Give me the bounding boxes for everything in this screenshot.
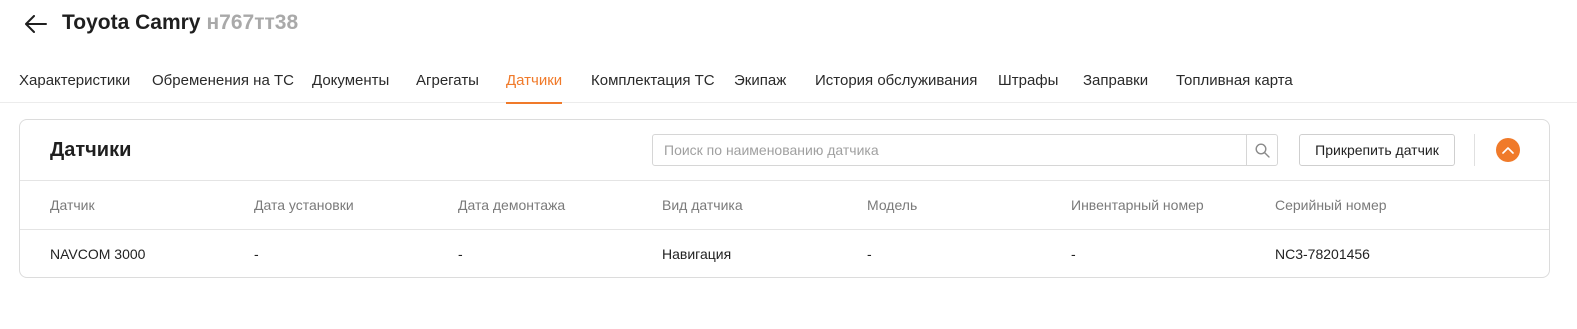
tab-crew[interactable]: Экипаж xyxy=(734,60,786,103)
back-button[interactable] xyxy=(22,10,50,38)
sensor-search xyxy=(652,134,1278,166)
column-header-sensor[interactable]: Датчик xyxy=(50,197,95,213)
tab-encumbrances[interactable]: Обременения на ТС xyxy=(152,60,294,103)
cell-removal-date: - xyxy=(458,246,463,262)
collapse-button[interactable] xyxy=(1496,138,1520,162)
vehicle-name: Toyota Camry xyxy=(62,11,201,34)
cell-sensor-type: Навигация xyxy=(662,246,732,262)
tab-refuels[interactable]: Заправки xyxy=(1083,60,1148,103)
tab-aggregates[interactable]: Агрегаты xyxy=(416,60,479,103)
tab-documents[interactable]: Документы xyxy=(312,60,389,103)
header-divider xyxy=(1474,134,1475,166)
sensors-card-header: Датчики Прикрепить датчик xyxy=(20,120,1549,181)
cell-sensor: NAVCOM 3000 xyxy=(50,246,146,262)
cell-inventory-number: - xyxy=(1071,246,1076,262)
column-header-inventory-number[interactable]: Инвентарный номер xyxy=(1071,197,1204,213)
tab-bar: Характеристики Обременения на ТС Докумен… xyxy=(0,60,1577,104)
column-header-model[interactable]: Модель xyxy=(867,197,917,213)
page-title: Toyota Camry н767тт38 xyxy=(62,11,298,35)
column-header-removal-date[interactable]: Дата демонтажа xyxy=(458,197,565,213)
search-button[interactable] xyxy=(1246,135,1277,165)
tab-sensors[interactable]: Датчики xyxy=(506,60,563,104)
tab-service-history[interactable]: История обслуживания xyxy=(815,60,977,103)
cell-serial-number: NC3-78201456 xyxy=(1275,246,1370,262)
table-row[interactable]: NAVCOM 3000 - - Навигация - - NC3-782014… xyxy=(20,230,1549,278)
column-header-install-date[interactable]: Дата установки xyxy=(254,197,354,213)
cell-install-date: - xyxy=(254,246,259,262)
tab-fuel-card[interactable]: Топливная карта xyxy=(1176,60,1293,103)
arrow-left-icon xyxy=(25,15,47,33)
attach-sensor-button[interactable]: Прикрепить датчик xyxy=(1299,134,1455,166)
page-header: Toyota Camry н767тт38 xyxy=(0,0,1577,48)
sensors-title: Датчики xyxy=(50,139,132,161)
search-icon xyxy=(1254,142,1270,158)
column-header-serial-number[interactable]: Серийный номер xyxy=(1275,197,1387,213)
cell-model: - xyxy=(867,246,872,262)
tab-characteristics[interactable]: Характеристики xyxy=(19,60,130,103)
sensors-card: Датчики Прикрепить датчик Датчик Дата ус… xyxy=(19,119,1550,278)
table-header: Датчик Дата установки Дата демонтажа Вид… xyxy=(20,181,1549,230)
chevron-up-icon xyxy=(1502,147,1514,154)
vehicle-plate: н767тт38 xyxy=(206,11,299,34)
sensor-search-input[interactable] xyxy=(653,135,1246,165)
tab-fines[interactable]: Штрафы xyxy=(998,60,1058,103)
tab-equipment[interactable]: Комплектация ТС xyxy=(591,60,715,103)
column-header-sensor-type[interactable]: Вид датчика xyxy=(662,197,743,213)
